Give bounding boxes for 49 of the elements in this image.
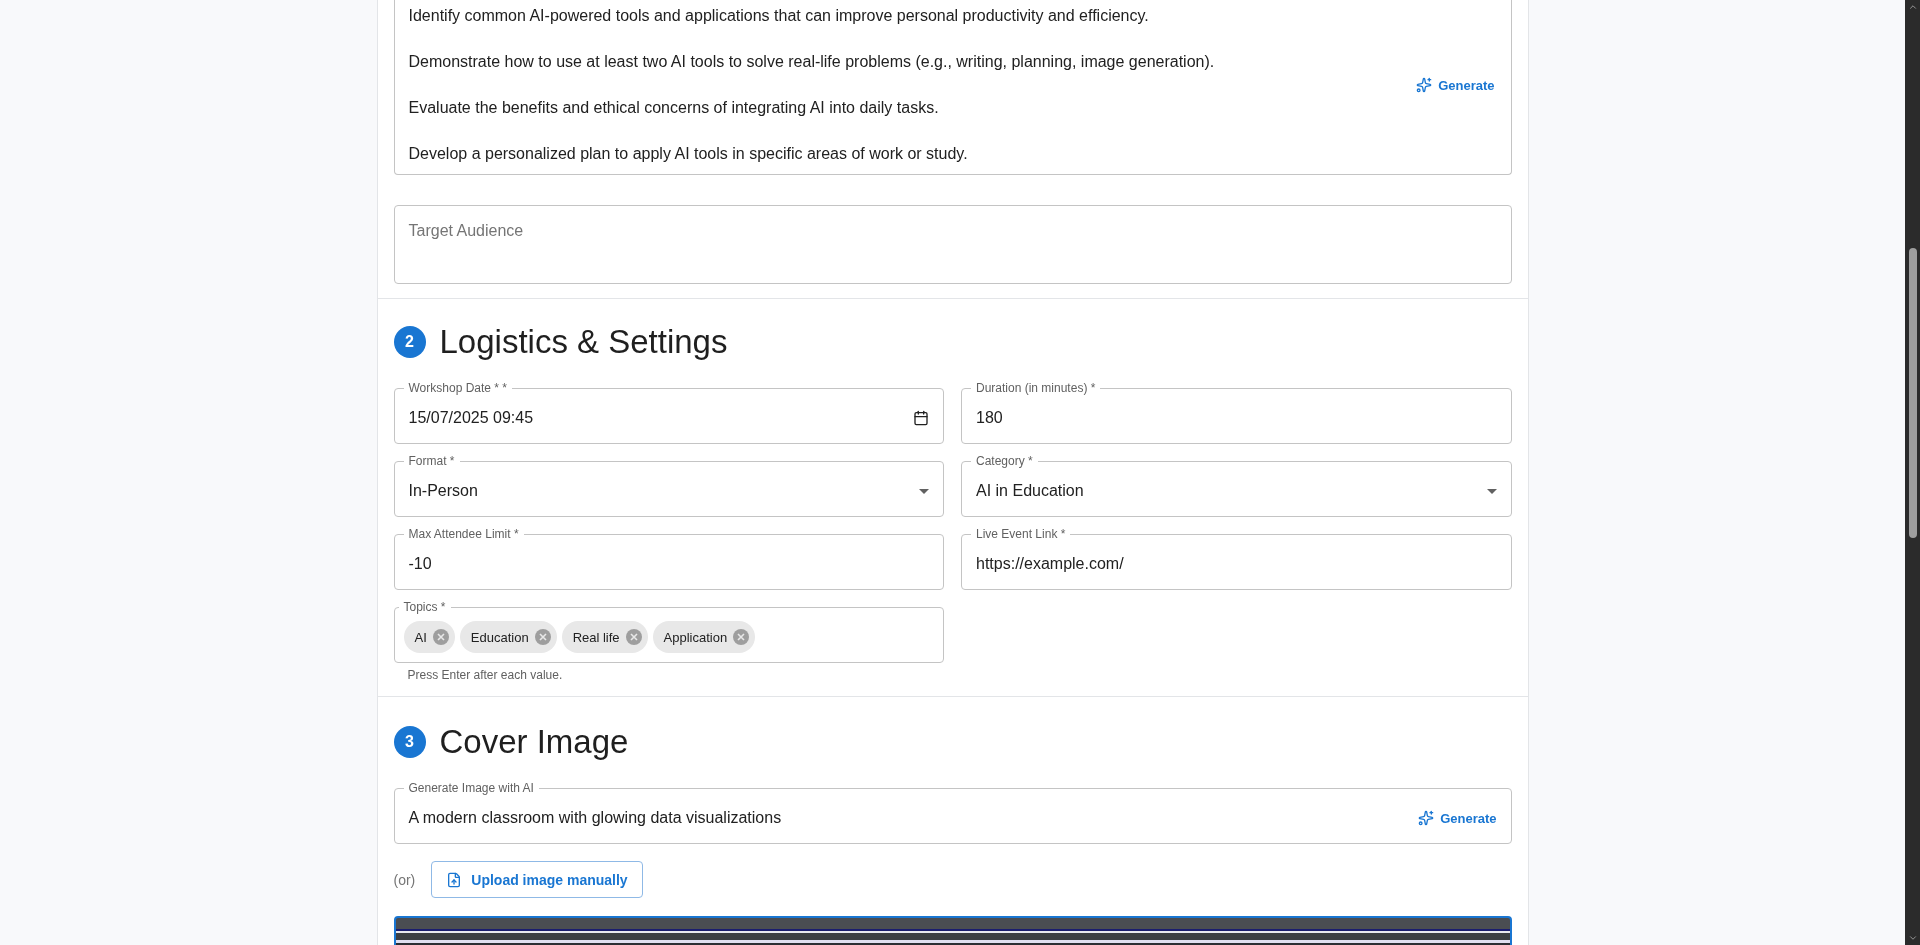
objective-text: Identify common AI-powered tools and applications that can improve personal productivity and efficiency. bbox=[408, 6, 1150, 26]
remove-icon[interactable] bbox=[732, 628, 751, 646]
objectives-textarea[interactable] bbox=[393, 0, 1512, 175]
topic-chip[interactable]: Application bbox=[652, 621, 756, 653]
field-label: Duration (in minutes) * bbox=[975, 381, 1097, 395]
dropdown-caret-icon bbox=[1486, 488, 1497, 494]
calendar-icon[interactable] bbox=[913, 410, 929, 426]
field-label: Max Attendee Limit * bbox=[407, 527, 520, 541]
helper-text: Press Enter after each value. bbox=[407, 668, 564, 682]
field-label: Workshop Date * * bbox=[407, 381, 508, 395]
dropdown-caret-icon bbox=[919, 488, 929, 494]
date-field[interactable]: Workshop Date * * 15/07/2025 09:45 bbox=[393, 381, 944, 444]
sparkle-icon bbox=[1416, 77, 1433, 93]
upload-button[interactable]: Upload image manually bbox=[431, 861, 643, 898]
topics-field[interactable]: Topics * AI Education Real life Application bbox=[393, 600, 944, 663]
scrollbar-thumb[interactable] bbox=[1908, 248, 1917, 538]
objective-text: Demonstrate how to use at least two AI tools to solve real-life problems (e.g., writing, planning, image generation). bbox=[408, 52, 1216, 72]
image-prompt-field[interactable]: Generate Image with AI A modern classroom with glowing data visualizations Generate bbox=[393, 781, 1512, 844]
objective-text: Develop a personalized plan to apply AI tools in specific areas of work or study. bbox=[408, 144, 969, 164]
file-upload-icon bbox=[446, 871, 463, 888]
topic-chip[interactable]: AI bbox=[403, 621, 455, 653]
field-label: Topics * bbox=[402, 600, 447, 614]
sparkle-icon bbox=[1418, 810, 1435, 826]
field-label: Category * bbox=[975, 454, 1034, 468]
remove-icon[interactable] bbox=[624, 628, 643, 646]
section-title: Logistics & Settings bbox=[439, 323, 728, 361]
step-number: 3 bbox=[393, 726, 426, 758]
select-field[interactable]: Category * AI in Education bbox=[961, 454, 1512, 517]
remove-icon[interactable] bbox=[533, 628, 552, 646]
scroll-down-icon[interactable] bbox=[1907, 933, 1918, 943]
field-label: Format * bbox=[407, 454, 456, 468]
text-field[interactable]: Max Attendee Limit * -10 bbox=[393, 527, 944, 590]
generate-button[interactable]: Generate bbox=[1416, 73, 1495, 97]
field-label: Live Event Link * bbox=[975, 527, 1067, 541]
target-audience-field[interactable]: Target Audience bbox=[393, 205, 1512, 284]
scroll-up-icon[interactable] bbox=[1907, 2, 1918, 12]
text-field[interactable]: Live Event Link * https://example.com/ bbox=[961, 527, 1512, 590]
text-field[interactable]: Duration (in minutes) * 180 bbox=[961, 381, 1512, 444]
remove-icon[interactable] bbox=[431, 628, 450, 646]
generate-button[interactable]: Generate bbox=[1418, 806, 1497, 830]
field-label: Generate Image with AI bbox=[407, 781, 535, 795]
scrollbar[interactable] bbox=[1905, 0, 1920, 945]
step-number: 2 bbox=[393, 326, 426, 358]
objective-text: Evaluate the benefits and ethical concerns of integrating AI into daily tasks. bbox=[408, 98, 940, 118]
topic-chip[interactable]: Education bbox=[459, 621, 557, 653]
section-title: Cover Image bbox=[439, 723, 629, 761]
topic-chip[interactable]: Real life bbox=[561, 621, 648, 653]
or-text: (or) bbox=[393, 871, 416, 888]
select-field[interactable]: Format * In-Person bbox=[393, 454, 944, 517]
